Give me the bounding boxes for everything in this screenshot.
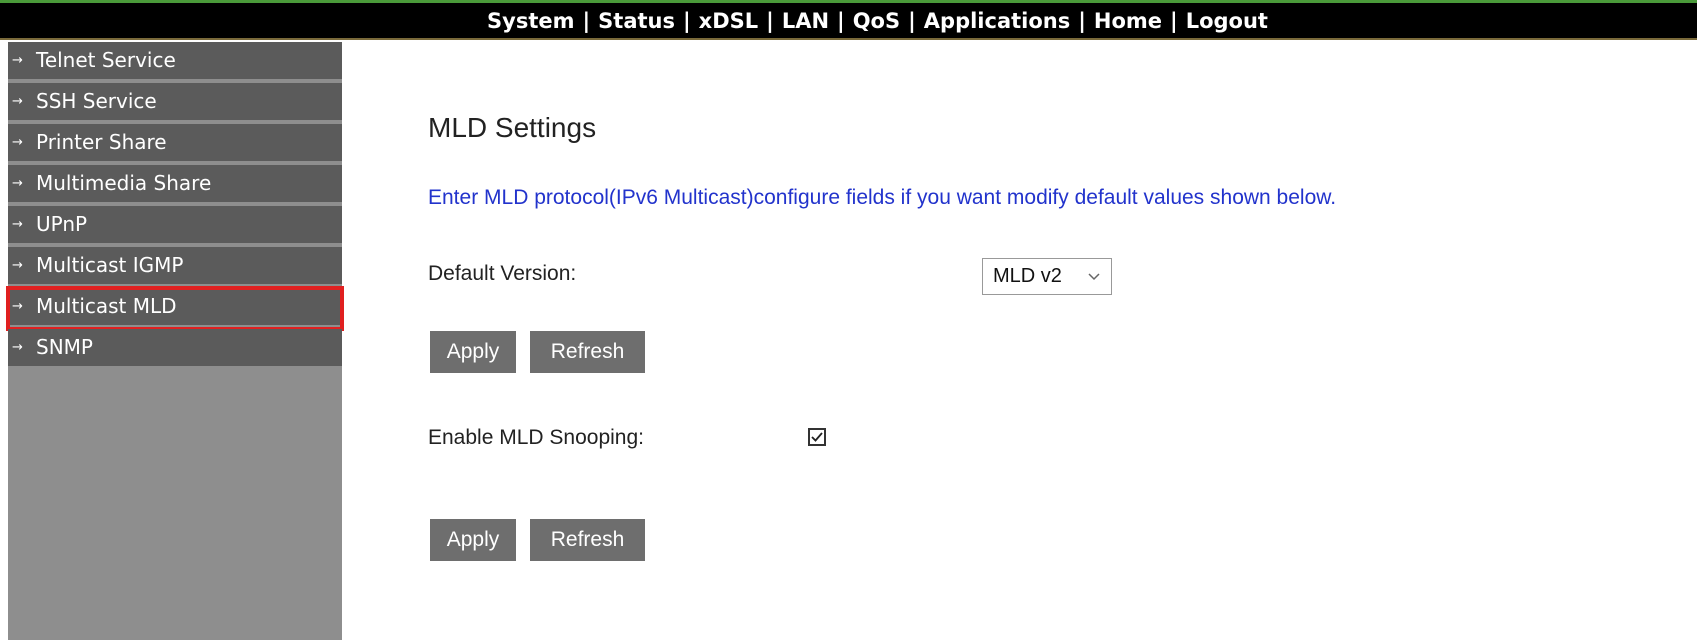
default-version-label: Default Version: [428,262,577,285]
arrow-right-icon: → [12,176,23,191]
arrow-right-icon: → [12,53,23,68]
page-title: MLD Settings [428,112,597,143]
sidebar-item-multicast-igmp[interactable]: → Multicast IGMP [8,247,342,288]
sidebar-item-label: Multicast MLD [36,294,177,318]
chevron-down-icon [1087,259,1101,307]
nav-home[interactable]: Home [1094,9,1162,33]
top-navigation-bar: System | Status | xDSL | LAN | QoS | Applications |… [0,0,1697,40]
nav-separator: | [1170,9,1178,33]
nav-separator: | [766,9,774,33]
default-version-value: MLD v2 [993,265,1062,287]
info-text: Enter MLD protocol(IPv6 Multicast)config… [428,186,1337,209]
sidebar-item-label: SSH Service [36,89,157,113]
nav-qos[interactable]: QoS [853,9,900,33]
snooping-label: Enable MLD Snooping: [428,426,644,449]
refresh-button[interactable]: Refresh [530,331,645,373]
arrow-right-icon: → [12,94,23,109]
sidebar-item-multicast-mld[interactable]: → Multicast MLD [6,286,344,331]
nav-separator: | [1078,9,1086,33]
nav-logout[interactable]: Logout [1186,9,1268,33]
sidebar-item-snmp[interactable]: → SNMP [8,329,342,370]
nav-system[interactable]: System [487,9,574,33]
sidebar-item-multimedia-share[interactable]: → Multimedia Share [8,165,342,206]
nav-separator: | [837,9,845,33]
sidebar-item-label: Multimedia Share [36,171,212,195]
sidebar-item-label: UPnP [36,212,88,236]
sidebar-item-label: SNMP [36,335,93,359]
nav-separator: | [582,9,591,33]
default-version-select[interactable]: MLD v2 [982,258,1112,295]
apply-button[interactable]: Apply [430,331,516,373]
nav-status[interactable]: Status [598,9,675,33]
sidebar-item-label: Multicast IGMP [36,253,184,277]
arrow-right-icon: → [12,135,23,150]
sidebar-item-telnet-service[interactable]: → Telnet Service [8,42,342,83]
sidebar-item-label: Printer Share [36,130,167,154]
sidebar: → Telnet Service → SSH Service → Printer Sh… [6,42,344,640]
snooping-checkbox[interactable] [808,428,826,446]
nav-separator: | [908,9,916,33]
sidebar-item-ssh-service[interactable]: → SSH Service [8,83,342,124]
apply-button-bottom[interactable]: Apply [430,519,516,561]
checkmark-icon [811,432,823,442]
nav-applications[interactable]: Applications [924,9,1070,33]
sidebar-item-printer-share[interactable]: → Printer Share [8,124,342,165]
nav-xdsl[interactable]: xDSL [699,9,758,33]
nav-lan[interactable]: LAN [782,9,829,33]
arrow-right-icon: → [12,299,23,314]
top-nav: System | Status | xDSL | LAN | QoS | Applications |… [487,9,1268,33]
refresh-button-bottom[interactable]: Refresh [530,519,645,561]
sidebar-item-upnp[interactable]: → UPnP [8,206,342,247]
arrow-right-icon: → [12,340,23,355]
arrow-right-icon: → [12,258,23,273]
arrow-right-icon: → [12,217,23,232]
nav-separator: | [682,9,691,33]
sidebar-item-label: Telnet Service [36,48,176,72]
